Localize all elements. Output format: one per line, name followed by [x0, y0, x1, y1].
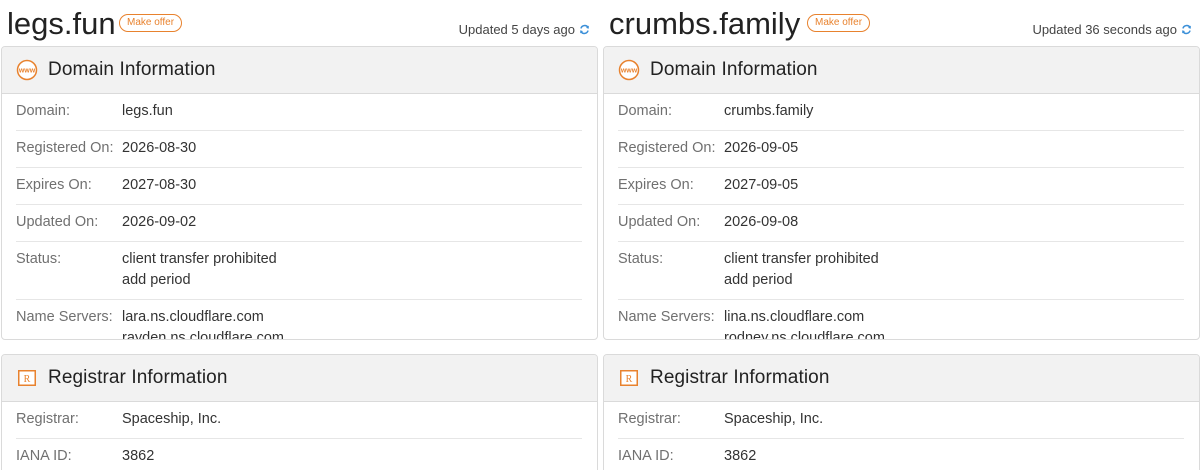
registrar-icon: R [620, 370, 638, 386]
row-value: client transfer prohibited add period [724, 251, 879, 288]
row-label: Updated On: [618, 214, 701, 230]
info-row-iana-id: IANA ID: 3862 [618, 439, 1184, 470]
registrar-information-panel: R Registrar Information Registrar: Space… [603, 354, 1200, 470]
panel-title: Registrar Information [650, 367, 830, 388]
make-offer-button[interactable]: Make offer [119, 14, 183, 32]
info-row-name-servers: Name Servers: lara.ns.cloudflare.com ray… [16, 300, 582, 339]
domain-column-left: legs.fun Make offer Updated 5 days ago w… [1, 0, 598, 470]
row-value: 2027-08-30 [122, 177, 197, 193]
row-label: IANA ID: [618, 448, 674, 464]
row-label: Domain: [16, 103, 70, 119]
row-value: Spaceship, Inc. [724, 411, 824, 427]
info-row-iana-id: IANA ID: 3862 [16, 439, 582, 470]
refresh-icon[interactable] [579, 24, 590, 35]
updated-status: Updated 36 seconds ago [1032, 22, 1192, 37]
panel-title: Registrar Information [48, 367, 228, 388]
refresh-icon[interactable] [1181, 24, 1192, 35]
info-row-expires-on: Expires On: 2027-09-05 [618, 168, 1184, 205]
name-server-link[interactable]: lara.ns.cloudflare.com [122, 307, 284, 328]
info-row-registrar: Registrar: Spaceship, Inc. [16, 402, 582, 439]
registrar-info-rows: Registrar: Spaceship, Inc. IANA ID: 3862 [604, 402, 1199, 470]
row-value: 3862 [724, 448, 757, 464]
updated-text: Updated 36 seconds ago [1032, 22, 1177, 37]
name-server-link[interactable]: rayden.ns.cloudflare.com [122, 328, 284, 339]
updated-text: Updated 5 days ago [458, 22, 575, 37]
info-row-registered-on: Registered On: 2026-08-30 [16, 131, 582, 168]
info-row-domain: Domain: crumbs.family [618, 94, 1184, 131]
info-row-updated-on: Updated On: 2026-09-08 [618, 205, 1184, 242]
info-row-registrar: Registrar: Spaceship, Inc. [618, 402, 1184, 439]
whois-comparison-page: legs.fun Make offer Updated 5 days ago w… [0, 0, 1200, 470]
name-server-link[interactable]: rodney.ns.cloudflare.com [724, 328, 885, 339]
domain-column-right: crumbs.family Make offer Updated 36 seco… [603, 0, 1200, 470]
row-label: Status: [16, 251, 62, 267]
domain-information-panel: www Domain Information Domain: crumbs.fa… [603, 46, 1200, 340]
svg-text:R: R [24, 374, 31, 385]
panel-header: R Registrar Information [604, 355, 1199, 402]
row-label: Registered On: [618, 140, 716, 156]
domain-header: crumbs.family Make offer Updated 36 seco… [603, 0, 1200, 46]
info-row-registered-on: Registered On: 2026-09-05 [618, 131, 1184, 168]
panel-title: Domain Information [48, 59, 216, 80]
row-label: IANA ID: [16, 448, 72, 464]
row-value: 2026-08-30 [122, 140, 197, 156]
row-label: Domain: [618, 103, 672, 119]
registrar-icon: R [18, 370, 36, 386]
row-label: Registrar: [618, 411, 681, 427]
info-row-name-servers: Name Servers: lina.ns.cloudflare.com rod… [618, 300, 1184, 339]
www-icon: www [618, 59, 640, 81]
panel-header: www Domain Information [604, 47, 1199, 94]
info-row-status: Status: client transfer prohibited add p… [618, 242, 1184, 300]
row-label: Expires On: [618, 177, 694, 193]
updated-status: Updated 5 days ago [459, 22, 590, 37]
svg-text:www: www [620, 68, 638, 75]
info-row-expires-on: Expires On: 2027-08-30 [16, 168, 582, 205]
domain-title: crumbs.family [609, 6, 801, 41]
row-value: legs.fun [122, 103, 173, 119]
info-row-status: Status: client transfer prohibited add p… [16, 242, 582, 300]
panel-title: Domain Information [650, 59, 818, 80]
row-value: 2026-09-02 [122, 214, 197, 230]
row-value: 2026-09-08 [724, 214, 799, 230]
row-value: 2027-09-05 [724, 177, 799, 193]
row-value: lara.ns.cloudflare.com rayden.ns.cloudfl… [122, 307, 284, 339]
svg-text:www: www [18, 68, 36, 75]
registrar-information-panel: R Registrar Information Registrar: Space… [1, 354, 598, 470]
info-row-domain: Domain: legs.fun [16, 94, 582, 131]
www-icon: www [16, 59, 38, 81]
domain-header: legs.fun Make offer Updated 5 days ago [1, 0, 598, 46]
row-value: lina.ns.cloudflare.com rodney.ns.cloudfl… [724, 307, 885, 339]
panel-header: www Domain Information [2, 47, 597, 94]
info-row-updated-on: Updated On: 2026-09-02 [16, 205, 582, 242]
domain-info-rows: Domain: crumbs.family Registered On: 202… [604, 94, 1199, 339]
domain-info-rows: Domain: legs.fun Registered On: 2026-08-… [2, 94, 597, 339]
row-label: Status: [618, 251, 664, 267]
row-value: 3862 [122, 448, 155, 464]
row-label: Updated On: [16, 214, 99, 230]
row-label: Registered On: [16, 140, 114, 156]
row-value: crumbs.family [724, 103, 814, 119]
registrar-info-rows: Registrar: Spaceship, Inc. IANA ID: 3862 [2, 402, 597, 470]
row-value: client transfer prohibited add period [122, 251, 277, 288]
row-label: Expires On: [16, 177, 92, 193]
name-server-link[interactable]: lina.ns.cloudflare.com [724, 307, 885, 328]
panel-header: R Registrar Information [2, 355, 597, 402]
domain-information-panel: www Domain Information Domain: legs.fun … [1, 46, 598, 340]
row-label: Registrar: [16, 411, 79, 427]
row-label: Name Servers: [618, 309, 715, 325]
row-value: Spaceship, Inc. [122, 411, 222, 427]
row-value: 2026-09-05 [724, 140, 799, 156]
domain-title: legs.fun [7, 6, 116, 41]
row-label: Name Servers: [16, 309, 113, 325]
svg-text:R: R [626, 374, 633, 385]
make-offer-button[interactable]: Make offer [807, 14, 871, 32]
